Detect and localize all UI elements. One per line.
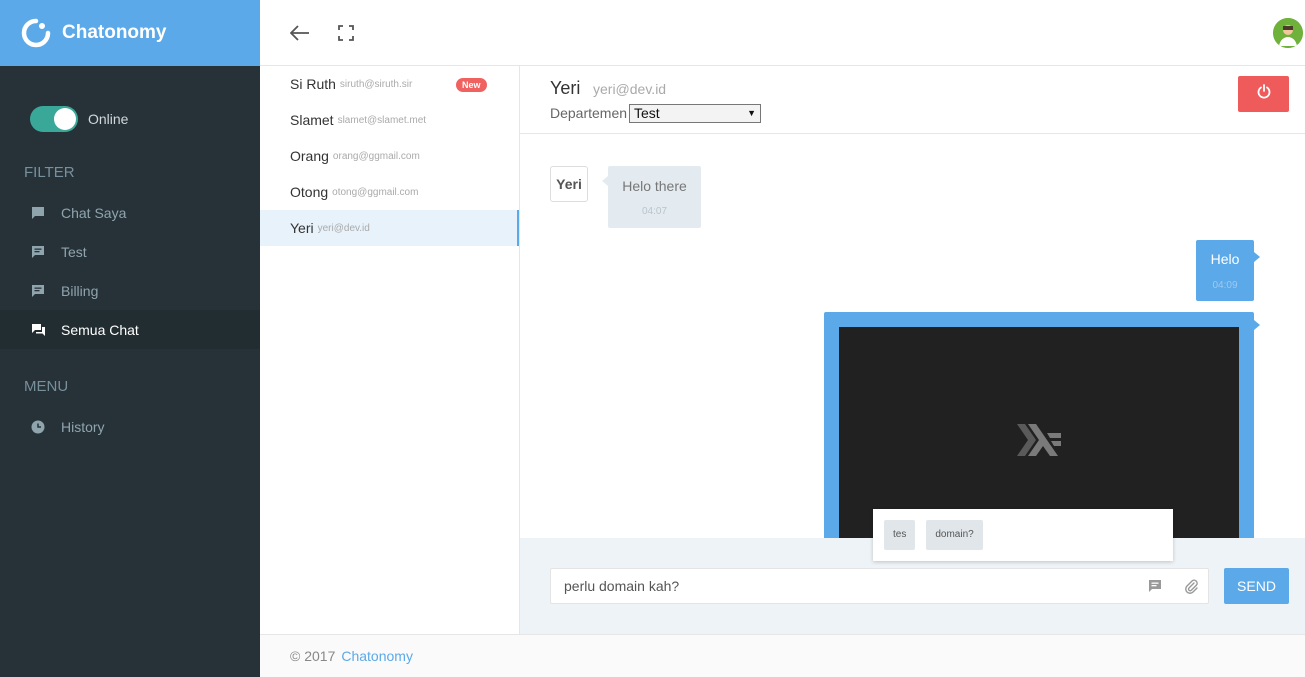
brand-name: Chatonomy <box>62 22 167 43</box>
status-label: Online <box>88 111 129 127</box>
department-selected-value: Test <box>634 105 660 121</box>
contact-list: Si Ruth siruth@siruth.sir New Slamet sla… <box>260 66 520 634</box>
contact-item[interactable]: Slamet slamet@slamet.met <box>260 102 519 138</box>
message-icon <box>30 283 46 299</box>
menu-list: History <box>0 407 260 446</box>
contact-email: orang@ggmail.com <box>332 150 420 162</box>
message-icon <box>30 244 46 260</box>
chat-contact-email: yeri@dev.id <box>593 81 667 97</box>
outgoing-message: Helo 04:09 <box>1196 240 1260 301</box>
new-badge: New <box>456 78 487 92</box>
sidebar-item-billing[interactable]: Billing <box>0 271 260 310</box>
contact-name: Otong <box>290 184 329 200</box>
message-area[interactable]: Yeri Helo there 04:07 Helo 04:09 <box>520 135 1305 538</box>
contact-item[interactable]: Orang orang@ggmail.com <box>260 138 519 174</box>
contact-email: yeri@dev.id <box>317 222 370 234</box>
suggestion-chip[interactable]: domain? <box>926 520 983 550</box>
message-text: Helo <box>1210 251 1240 267</box>
contact-item-active[interactable]: Yeri yeri@dev.id <box>260 210 519 246</box>
sidebar-item-label: Billing <box>61 282 99 299</box>
footer-brand-link[interactable]: Chatonomy <box>341 648 413 664</box>
footer-copyright: © 2017 <box>290 648 336 664</box>
forum-icon <box>30 322 46 338</box>
suggestion-chip[interactable]: tes <box>884 520 916 550</box>
contact-name: Orang <box>290 148 329 164</box>
online-toggle[interactable] <box>30 106 78 132</box>
message-input[interactable] <box>551 569 1131 603</box>
status-row: Online <box>0 66 260 146</box>
suggestion-popup: tes domain? <box>873 509 1173 561</box>
outgoing-image-message[interactable] <box>824 312 1260 538</box>
back-arrow-icon[interactable] <box>288 21 312 45</box>
contact-name: Yeri <box>290 220 314 236</box>
haskell-logo-icon <box>1017 423 1061 461</box>
brand-bar[interactable]: Chatonomy <box>0 0 260 66</box>
department-select[interactable]: Test ▼ <box>629 104 761 123</box>
clock-icon <box>30 419 46 435</box>
sidebar-item-test[interactable]: Test <box>0 232 260 271</box>
message-text: Helo there <box>622 178 687 194</box>
chat-contact-name: Yeri <box>550 78 581 98</box>
app-root: Chatonomy Online FILTER Chat Saya Test B… <box>0 0 1305 677</box>
filter-title: FILTER <box>24 164 75 181</box>
topbar <box>260 0 1305 66</box>
contact-item[interactable]: Otong otong@ggmail.com <box>260 174 519 210</box>
chat-header: Yeri yeri@dev.id Departemen Test ▼ <box>520 66 1305 134</box>
incoming-message: Helo there 04:07 <box>602 166 701 228</box>
contact-name: Slamet <box>290 112 334 128</box>
message-input-box <box>550 568 1209 604</box>
contact-item[interactable]: Si Ruth siruth@siruth.sir New <box>260 66 519 102</box>
contact-name: Si Ruth <box>290 76 336 92</box>
toggle-knob <box>54 108 76 130</box>
sidebar-item-history[interactable]: History <box>0 407 260 446</box>
attached-image <box>839 327 1239 538</box>
department-label: Departemen <box>550 105 628 121</box>
send-button[interactable]: SEND <box>1224 568 1289 604</box>
chat-bubble-icon <box>30 205 46 221</box>
message-time: 04:09 <box>1212 280 1238 291</box>
sender-avatar: Yeri <box>550 166 588 202</box>
contact-email: otong@ggmail.com <box>332 186 419 198</box>
chatonomy-logo-icon <box>20 17 52 49</box>
filter-list: Chat Saya Test Billing Semua Chat <box>0 193 260 349</box>
power-icon <box>1256 83 1272 105</box>
sidebar-item-label: Test <box>61 243 87 260</box>
contact-email: slamet@slamet.met <box>337 114 427 126</box>
contact-email: siruth@siruth.sir <box>339 78 413 90</box>
end-chat-button[interactable] <box>1238 76 1289 112</box>
template-message-icon[interactable] <box>1147 578 1163 594</box>
sidebar-item-label: History <box>61 418 105 435</box>
sidebar-item-chat-saya[interactable]: Chat Saya <box>0 193 260 232</box>
message-time: 04:07 <box>641 206 668 217</box>
user-avatar[interactable] <box>1273 18 1303 48</box>
sidebar-item-label: Chat Saya <box>61 204 127 221</box>
menu-title: MENU <box>24 378 69 395</box>
attachment-icon[interactable] <box>1183 578 1199 594</box>
dropdown-arrow-icon: ▼ <box>747 108 756 118</box>
sidebar-item-label: Semua Chat <box>61 321 139 338</box>
footer: © 2017 Chatonomy <box>260 634 1305 677</box>
fullscreen-icon[interactable] <box>334 21 358 45</box>
sidebar-item-semua-chat[interactable]: Semua Chat <box>0 310 260 349</box>
sidebar: Chatonomy Online FILTER Chat Saya Test B… <box>0 0 260 677</box>
